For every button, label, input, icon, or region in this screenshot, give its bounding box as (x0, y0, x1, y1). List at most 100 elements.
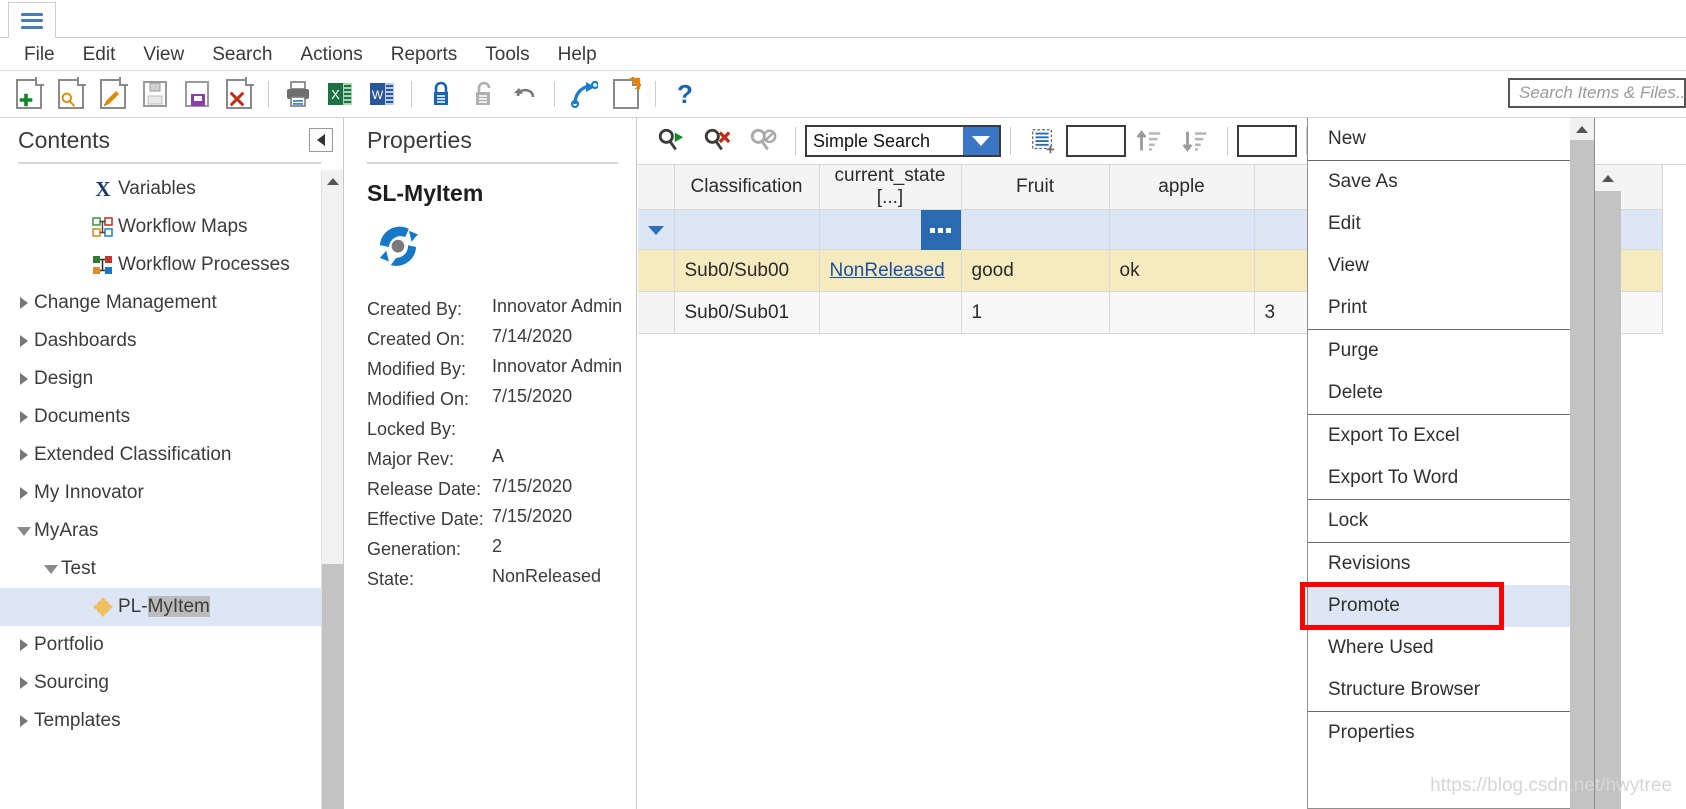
search-item-icon[interactable] (50, 74, 92, 114)
grid-row-header[interactable] (638, 165, 675, 210)
undo-icon[interactable] (504, 74, 546, 114)
chevron-right-icon[interactable] (14, 373, 34, 385)
tree-item-templates[interactable]: Templates (0, 702, 321, 740)
save-icon[interactable] (134, 74, 176, 114)
table-cell[interactable]: good (961, 249, 1110, 292)
chevron-right-icon[interactable] (14, 335, 34, 347)
tree-item-pl-myitem[interactable]: PL-MyItem (0, 588, 321, 626)
table-cell[interactable] (819, 291, 962, 334)
context-menu-item-lock[interactable]: Lock (1308, 500, 1570, 542)
scrollbar-thumb[interactable] (1595, 191, 1621, 809)
promote-icon[interactable] (563, 74, 605, 114)
lock-icon[interactable] (420, 74, 462, 114)
run-search-icon[interactable] (648, 121, 694, 161)
context-menu-item-export-to-word[interactable]: Export To Word (1308, 457, 1570, 499)
tree-item-change-management[interactable]: Change Management (0, 284, 321, 322)
context-menu-item-where-used[interactable]: Where Used (1308, 627, 1570, 669)
context-menu-scrollbar[interactable] (1570, 118, 1594, 809)
tree-item-portfolio[interactable]: Portfolio (0, 626, 321, 664)
table-cell[interactable]: NonReleased (819, 249, 962, 292)
scroll-up-icon[interactable] (1570, 118, 1594, 140)
export-excel-icon[interactable]: X (319, 74, 361, 114)
hamburger-icon[interactable] (21, 12, 43, 29)
grid-scrollbar[interactable] (1594, 165, 1621, 809)
tree-item-variables[interactable]: X Variables (0, 170, 321, 208)
context-menu-item-purge[interactable]: Purge (1308, 330, 1570, 372)
clear-search-icon[interactable] (694, 121, 740, 161)
page-size-input[interactable] (1066, 125, 1126, 157)
context-menu-item-print[interactable]: Print (1308, 287, 1570, 329)
tree-item-myaras[interactable]: MyAras (0, 512, 321, 550)
table-cell[interactable]: Sub0/Sub01 (674, 291, 820, 334)
tab-main-menu[interactable] (8, 2, 56, 39)
tree-item-workflow-processes[interactable]: Workflow Processes (0, 246, 321, 284)
cell-link[interactable]: NonReleased (830, 260, 945, 281)
edit-item-icon[interactable] (92, 74, 134, 114)
global-search-input[interactable]: Search Items & Files... (1508, 78, 1686, 108)
tree-item-extended-classification[interactable]: Extended Classification (0, 436, 321, 474)
menu-tools[interactable]: Tools (471, 43, 543, 66)
row-selector[interactable] (638, 291, 675, 334)
filter-cell-apple[interactable] (1109, 209, 1255, 250)
filter-cell-fruit[interactable] (961, 209, 1110, 250)
table-cell[interactable]: Sub0/Sub00 (674, 249, 820, 292)
grid-row-menu-icon[interactable] (920, 210, 961, 250)
chevron-right-icon[interactable] (14, 297, 34, 309)
menu-help[interactable]: Help (544, 43, 611, 66)
menu-search[interactable]: Search (198, 43, 286, 66)
tree-item-my-innovator[interactable]: My Innovator (0, 474, 321, 512)
tree-item-test[interactable]: Test (0, 550, 321, 588)
chevron-right-icon[interactable] (14, 487, 34, 499)
chevron-right-icon[interactable] (14, 411, 34, 423)
menu-actions[interactable]: Actions (286, 43, 376, 66)
column-header-fruit[interactable]: Fruit (961, 165, 1110, 210)
context-menu-item-edit[interactable]: Edit (1308, 203, 1570, 245)
new-item-icon[interactable] (8, 74, 50, 114)
save-as-icon[interactable] (176, 74, 218, 114)
scroll-up-icon[interactable] (322, 170, 344, 192)
help-icon[interactable]: ? (664, 74, 706, 114)
sort-ascending-icon[interactable] (1126, 121, 1172, 161)
tree-item-workflow-maps[interactable]: Workflow Maps (0, 208, 321, 246)
collapse-left-icon[interactable] (309, 128, 333, 152)
menu-reports[interactable]: Reports (377, 43, 472, 66)
tree-item-dashboards[interactable]: Dashboards (0, 322, 321, 360)
tree-item-sourcing[interactable]: Sourcing (0, 664, 321, 702)
menu-file[interactable]: File (10, 43, 69, 66)
context-menu-item-promote[interactable]: Promote (1308, 585, 1570, 627)
chevron-down-icon[interactable] (963, 127, 999, 155)
delete-icon[interactable] (218, 74, 260, 114)
tree-item-documents[interactable]: Documents (0, 398, 321, 436)
copy-icon[interactable] (605, 74, 647, 114)
chevron-right-icon[interactable] (14, 677, 34, 689)
column-header-apple[interactable]: apple (1109, 165, 1255, 210)
new-row-icon[interactable] (1020, 121, 1066, 161)
context-menu-item-properties[interactable]: Properties (1308, 712, 1570, 754)
chevron-right-icon[interactable] (14, 715, 34, 727)
chevron-right-icon[interactable] (14, 639, 34, 651)
column-header-classification[interactable]: Classification (674, 165, 820, 210)
menu-edit[interactable]: Edit (69, 43, 130, 66)
export-word-icon[interactable]: W (361, 74, 403, 114)
context-menu-item-delete[interactable]: Delete (1308, 372, 1570, 414)
scroll-up-icon[interactable] (1595, 165, 1621, 191)
unlock-icon[interactable] (462, 74, 504, 114)
sort-descending-icon[interactable] (1172, 121, 1218, 161)
filter-cell-classification[interactable] (674, 209, 820, 250)
context-menu-item-revisions[interactable]: Revisions (1308, 543, 1570, 585)
context-menu-item-export-to-excel[interactable]: Export To Excel (1308, 415, 1570, 457)
table-cell[interactable]: ok (1109, 249, 1255, 292)
context-menu-item-save-as[interactable]: Save As (1308, 161, 1570, 203)
table-cell[interactable] (1109, 291, 1255, 334)
scrollbar-thumb[interactable] (322, 564, 344, 809)
filter-cell-current-state[interactable] (819, 209, 962, 250)
scrollbar-thumb[interactable] (1570, 140, 1594, 809)
table-cell[interactable]: 1 (961, 291, 1110, 334)
column-header-current-state-[interactable]: current_state [...] (819, 165, 962, 210)
expand-triangle-icon[interactable] (638, 209, 675, 250)
print-icon[interactable] (277, 74, 319, 114)
context-menu-item-structure-browser[interactable]: Structure Browser (1308, 669, 1570, 711)
row-selector[interactable] (638, 249, 675, 292)
menu-view[interactable]: View (129, 43, 198, 66)
context-menu-item-new[interactable]: New (1308, 118, 1570, 160)
